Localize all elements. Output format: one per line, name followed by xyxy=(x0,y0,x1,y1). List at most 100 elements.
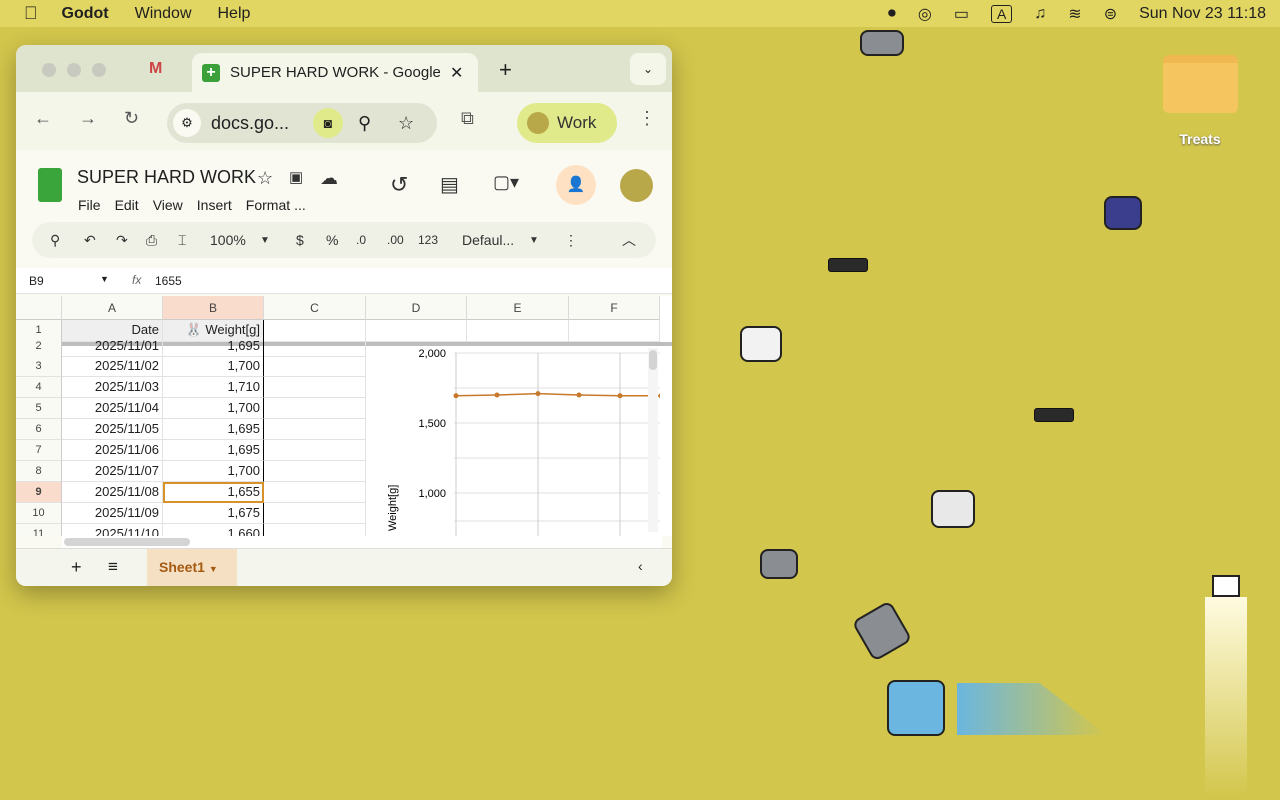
column-header-f[interactable]: F xyxy=(569,296,660,320)
folder-label[interactable]: Treats xyxy=(1150,131,1250,147)
weight-cell[interactable]: 1,660 xyxy=(163,524,264,536)
bed-icon[interactable] xyxy=(887,680,945,736)
forward-icon[interactable]: → xyxy=(79,108,97,129)
redo-icon[interactable]: ↷ xyxy=(116,232,128,249)
cell[interactable] xyxy=(264,440,366,461)
increase-decimal-button[interactable]: .00 xyxy=(387,233,404,247)
minimize-window-button[interactable] xyxy=(67,63,81,77)
formula-input[interactable]: 1655 xyxy=(155,274,182,288)
bunny-pet-icon[interactable] xyxy=(860,30,904,56)
undo-icon[interactable]: ↶ xyxy=(84,232,96,249)
site-info-icon[interactable]: ⚙ xyxy=(173,109,201,137)
zoom-dropdown-icon[interactable]: ▼ xyxy=(260,235,270,246)
menu-format[interactable]: Format xyxy=(246,197,290,213)
cell[interactable] xyxy=(264,336,366,357)
sheet-nav-icon[interactable]: ‹ xyxy=(638,558,643,574)
account-avatar[interactable] xyxy=(620,169,653,202)
star-icon[interactable]: ☆ xyxy=(257,168,273,189)
more-toolbar-icon[interactable]: ⋮ xyxy=(564,232,578,249)
menu-file[interactable]: File xyxy=(78,197,101,213)
back-icon[interactable]: ← xyxy=(34,108,52,129)
row-header[interactable]: 6 xyxy=(16,419,62,440)
menu-edit[interactable]: Edit xyxy=(115,197,139,213)
app-menu[interactable]: Godot xyxy=(62,5,109,23)
weight-cell[interactable]: 1,700 xyxy=(163,398,264,419)
water-bowl-icon[interactable] xyxy=(1104,196,1142,230)
cell[interactable] xyxy=(264,377,366,398)
weight-cell[interactable]: 1,675 xyxy=(163,503,264,524)
more-formats-button[interactable]: 123 xyxy=(418,233,438,247)
horizontal-scrollbar[interactable] xyxy=(62,536,662,548)
row-header[interactable]: 8 xyxy=(16,461,62,482)
date-cell[interactable]: 2025/11/10 xyxy=(62,524,163,536)
close-window-button[interactable] xyxy=(42,63,56,77)
cell[interactable] xyxy=(264,419,366,440)
date-cell[interactable]: 2025/11/02 xyxy=(62,356,163,377)
small-folder-icon[interactable] xyxy=(1212,575,1240,597)
search-menus-icon[interactable]: ⚲ xyxy=(50,232,60,249)
currency-format-button[interactable]: $ xyxy=(296,232,304,248)
lens-icon[interactable]: ◙ xyxy=(313,108,343,138)
cloud-status-icon[interactable]: ☁ xyxy=(320,168,338,189)
apple-icon[interactable]:  xyxy=(24,3,38,24)
vertical-scrollbar[interactable] xyxy=(648,348,658,532)
wifi-icon[interactable]: ≋ xyxy=(1068,4,1081,24)
font-dropdown-icon[interactable]: ▼ xyxy=(529,235,539,246)
date-cell[interactable]: 2025/11/08 xyxy=(62,482,163,503)
reload-icon[interactable]: ↻ xyxy=(124,108,139,129)
data-point[interactable] xyxy=(576,392,582,398)
cell[interactable] xyxy=(264,356,366,377)
date-cell[interactable]: 2025/11/01 xyxy=(62,336,163,357)
spotted-bunny-pet-icon[interactable] xyxy=(931,490,975,528)
gray-bunny-pet-icon[interactable] xyxy=(760,549,798,579)
scrollbar-thumb[interactable] xyxy=(649,350,657,370)
row-header[interactable]: 9 xyxy=(16,482,62,503)
weight-cell[interactable]: 1,655 xyxy=(163,482,264,503)
data-point[interactable] xyxy=(453,393,459,399)
column-header-d[interactable]: D xyxy=(366,296,467,320)
zoom-window-button[interactable] xyxy=(92,63,106,77)
bookmark-star-icon[interactable]: ☆ xyxy=(398,113,414,134)
cell[interactable] xyxy=(264,482,366,503)
print-icon[interactable]: ⎙ xyxy=(146,232,157,249)
column-header-a[interactable]: A xyxy=(62,296,163,320)
extensions-icon[interactable]: ⧉ xyxy=(461,108,474,129)
doc-title[interactable]: SUPER HARD WORK xyxy=(77,167,256,188)
data-point[interactable] xyxy=(535,391,541,397)
sheets-logo-icon[interactable] xyxy=(38,168,62,202)
percent-format-button[interactable]: % xyxy=(326,232,338,248)
address-bar[interactable]: ⚙ docs.go... ◙ ⚲ ☆ xyxy=(167,103,437,143)
menu-window[interactable]: Window xyxy=(135,5,192,23)
control-center-icon[interactable]: ⊜ xyxy=(1104,4,1117,24)
weight-cell[interactable]: 1,695 xyxy=(163,440,264,461)
more-menu-icon[interactable]: ⋮ xyxy=(638,108,656,129)
comments-icon[interactable]: ▤ xyxy=(440,172,459,197)
row-header[interactable]: 10 xyxy=(16,503,62,524)
date-cell[interactable]: 2025/11/03 xyxy=(62,377,163,398)
cell[interactable] xyxy=(264,524,366,536)
tab-sheets[interactable]: + SUPER HARD WORK - Google ✕ xyxy=(192,53,478,92)
data-point[interactable] xyxy=(617,393,623,399)
white-bunny-pet-icon[interactable] xyxy=(740,326,782,362)
gmail-tab-icon[interactable]: M xyxy=(149,60,162,78)
data-point[interactable] xyxy=(658,393,661,398)
cell[interactable] xyxy=(264,398,366,419)
decrease-decimal-button[interactable]: .0 xyxy=(356,233,366,247)
add-sheet-icon[interactable]: + xyxy=(71,557,82,578)
menu-insert[interactable]: Insert xyxy=(197,197,232,213)
row-header[interactable]: 3 xyxy=(16,356,62,377)
row-header[interactable]: 5 xyxy=(16,398,62,419)
date-cell[interactable]: 2025/11/05 xyxy=(62,419,163,440)
input-source[interactable]: A xyxy=(990,4,1013,23)
menu-help[interactable]: Help xyxy=(218,5,251,23)
sheet-tab-sheet1[interactable]: Sheet1 ▼ xyxy=(147,549,237,586)
battery-icon[interactable]: ▭ xyxy=(954,4,969,24)
menu-more[interactable]: ... xyxy=(294,197,306,213)
share-button[interactable]: 👤 xyxy=(556,165,596,205)
data-point[interactable] xyxy=(494,392,500,398)
weight-chart[interactable]: 2,000 1,500 1,000 Weight[g] xyxy=(366,346,660,536)
collapse-toolbar-icon[interactable]: ︿ xyxy=(622,230,636,250)
date-cell[interactable]: 2025/11/09 xyxy=(62,503,163,524)
profile-button[interactable]: Work xyxy=(517,103,617,143)
weight-cell[interactable]: 1,695 xyxy=(163,336,264,357)
